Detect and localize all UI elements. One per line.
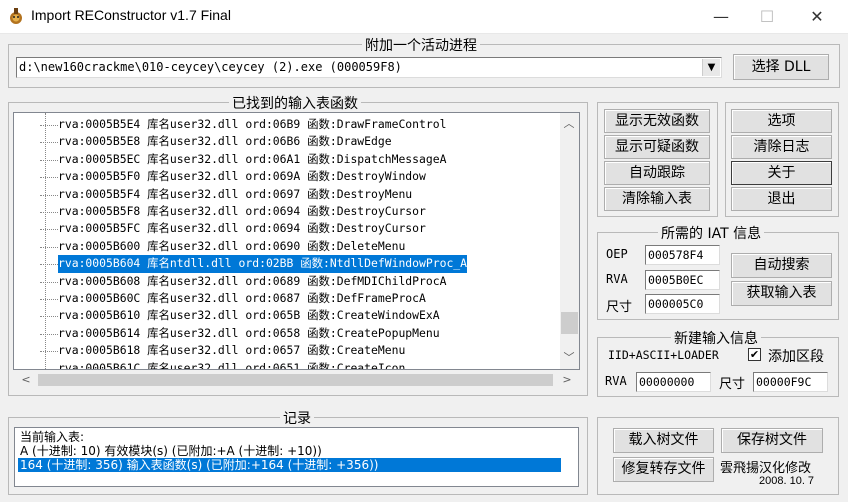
imports-hscrollbar[interactable]: < > — [14, 371, 579, 389]
vscroll-thumb[interactable] — [561, 312, 578, 334]
import-row[interactable]: rva:0005B5F8 库名user32.dll ord:0694 函数:De… — [58, 203, 426, 220]
new-size-input[interactable]: 00000F9C — [753, 372, 828, 392]
scroll-up-icon[interactable]: ︿ — [561, 116, 577, 132]
translator-credit: 雲飛揚汉化修改 — [720, 461, 812, 476]
tree-connector — [40, 142, 58, 144]
minimize-button[interactable]: — — [698, 0, 744, 33]
import-row[interactable]: rva:0005B5FC 库名user32.dll ord:0694 函数:De… — [58, 220, 426, 237]
window-title: Import REConstructor v1.7 Final — [31, 7, 231, 23]
tree-connector — [40, 316, 58, 318]
iat-rva-label: RVA — [606, 272, 628, 286]
tree-connector — [40, 299, 58, 300]
scroll-left-icon[interactable]: < — [18, 372, 34, 388]
import-row[interactable]: rva:0005B618 库名user32.dll ord:0657 函数:Cr… — [58, 342, 405, 359]
process-select[interactable]: d:\new160crackme\010-ceycey\ceycey (2).e… — [16, 57, 722, 78]
import-row[interactable]: rva:0005B604 库名ntdll.dll ord:02BB 函数:Ntd… — [56, 254, 469, 274]
imports-vscrollbar[interactable]: ︿ ﹀ — [560, 113, 579, 369]
new-import-legend: 新建输入信息 — [671, 328, 761, 348]
import-row[interactable]: rva:0005B608 库名user32.dll ord:0689 函数:De… — [58, 273, 446, 290]
tree-connector — [40, 351, 58, 353]
tree-connector — [40, 281, 58, 283]
log-line[interactable]: A (十进制: 10) 有效模块(s) (已附加:+A (十进制: +10)) — [20, 444, 322, 458]
tree-connector — [40, 333, 58, 335]
close-button[interactable]: ✕ — [794, 0, 840, 33]
maximize-button[interactable]: ☐ — [744, 0, 790, 33]
app-icon — [7, 7, 25, 25]
import-row[interactable]: rva:0005B5F0 库名user32.dll ord:069A 函数:De… — [58, 168, 426, 185]
log-legend: 记录 — [280, 408, 314, 428]
tree-connector — [40, 246, 58, 248]
save-tree-button[interactable]: 保存树文件 — [721, 428, 823, 453]
show-invalid-button[interactable]: 显示无效函数 — [604, 109, 710, 133]
scroll-down-icon[interactable]: ﹀ — [561, 350, 577, 366]
load-tree-button[interactable]: 载入树文件 — [613, 428, 714, 453]
tree-connector — [40, 159, 58, 161]
import-row[interactable]: rva:0005B610 库名user32.dll ord:065B 函数:Cr… — [58, 307, 440, 324]
dropdown-arrow-icon[interactable]: ▼ — [702, 59, 720, 76]
about-button[interactable]: 关于 — [731, 161, 832, 185]
options-button[interactable]: 选项 — [731, 109, 832, 133]
import-row[interactable]: rva:0005B5EC 库名user32.dll ord:06A1 函数:Di… — [58, 151, 446, 168]
imports-legend: 已找到的输入表函数 — [229, 93, 361, 113]
import-row[interactable]: rva:0005B5F4 库名user32.dll ord:0697 函数:De… — [58, 186, 412, 203]
credit-date: 2008. 10. 7 — [759, 475, 815, 487]
import-row[interactable]: rva:0005B60C 库名user32.dll ord:0687 函数:De… — [58, 290, 426, 307]
tree-connector — [40, 194, 58, 196]
select-dll-button[interactable]: 选择 DLL — [733, 54, 829, 80]
import-row[interactable]: rva:0005B61C 库名user32.dll ord:0651 函数:Cr… — [58, 360, 405, 369]
show-suspect-button[interactable]: 显示可疑函数 — [604, 135, 710, 159]
iat-size-input[interactable]: 000005C0 — [645, 294, 720, 314]
tree-connector — [40, 125, 58, 126]
exit-button[interactable]: 退出 — [731, 187, 832, 211]
tree-connector — [40, 177, 58, 179]
clear-imports-button[interactable]: 清除输入表 — [604, 187, 710, 211]
process-select-value: d:\new160crackme\010-ceycey\ceycey (2).e… — [19, 60, 402, 74]
iid-label: IID+ASCII+LOADER — [608, 348, 719, 362]
get-imports-button[interactable]: 获取输入表 — [731, 281, 832, 306]
new-rva-input[interactable]: 00000000 — [636, 372, 711, 392]
import-row[interactable]: rva:0005B5E4 库名user32.dll ord:06B9 函数:Dr… — [58, 116, 446, 133]
tree-connector — [40, 229, 58, 231]
iat-info-legend: 所需的 IAT 信息 — [658, 223, 765, 243]
hscroll-thumb[interactable] — [38, 374, 553, 386]
tree-line — [45, 113, 46, 369]
log-list[interactable]: 当前输入表: A (十进制: 10) 有效模块(s) (已附加:+A (十进制: … — [14, 427, 579, 487]
iat-rva-input[interactable]: 0005B0EC — [645, 270, 720, 290]
import-row[interactable]: rva:0005B600 库名user32.dll ord:0690 函数:De… — [58, 238, 405, 255]
log-line[interactable]: 当前输入表: — [20, 430, 84, 444]
oep-input[interactable]: 000578F4 — [645, 245, 720, 265]
iat-size-label: 尺寸 — [606, 300, 633, 315]
tree-connector — [40, 368, 58, 369]
import-row[interactable]: rva:0005B5E8 库名user32.dll ord:06B6 函数:Dr… — [58, 133, 392, 150]
fix-dump-button[interactable]: 修复转存文件 — [613, 457, 714, 482]
tree-connector — [40, 212, 58, 213]
tree-connector — [40, 264, 58, 266]
auto-search-button[interactable]: 自动搜索 — [731, 253, 832, 278]
imports-tree[interactable]: rva:0005B5E4 库名user32.dll ord:06B9 函数:Dr… — [13, 112, 580, 370]
add-section-checkbox[interactable]: ✔ — [748, 348, 761, 361]
oep-label: OEP — [606, 247, 628, 261]
add-section-label: 添加区段 — [768, 349, 824, 365]
clear-log-button[interactable]: 清除日志 — [731, 135, 832, 159]
log-line[interactable]: 164 (十进制: 356) 输入表函数(s) (已附加:+164 (十进制: … — [18, 458, 561, 472]
new-rva-label: RVA — [605, 374, 627, 388]
scroll-right-icon[interactable]: > — [559, 372, 575, 388]
import-row[interactable]: rva:0005B614 库名user32.dll ord:0658 函数:Cr… — [58, 325, 440, 342]
attach-process-legend: 附加一个活动进程 — [362, 35, 480, 55]
new-size-label: 尺寸 — [719, 377, 746, 392]
auto-trace-button[interactable]: 自动跟踪 — [604, 161, 710, 185]
